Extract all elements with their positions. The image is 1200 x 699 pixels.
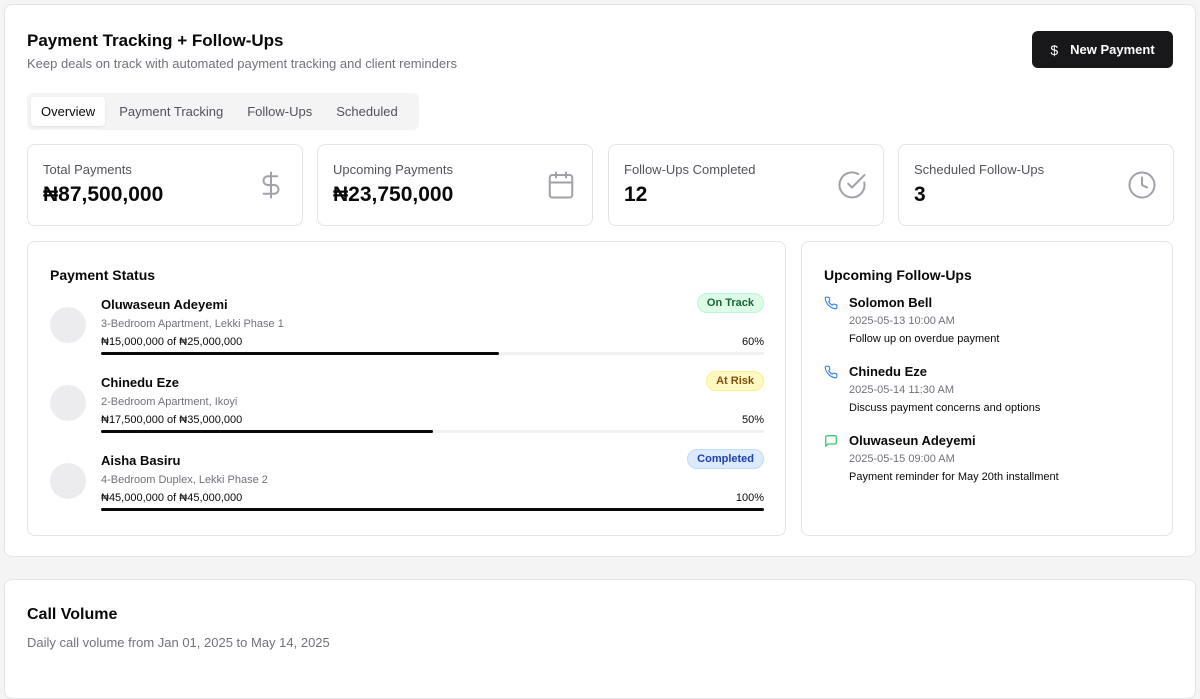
dollar-icon	[262, 171, 280, 199]
check-circle-icon	[838, 171, 866, 199]
payment-percent: 100%	[735, 492, 764, 504]
follow-up-name: Solomon Bell	[849, 295, 933, 310]
follow-up-note: Payment reminder for May 20th installmen…	[849, 471, 1059, 483]
progress-fill	[101, 508, 764, 511]
client-name: Chinedu Eze	[101, 375, 180, 390]
status-badge: At Risk	[706, 371, 764, 391]
calendar-icon	[548, 171, 574, 199]
avatar	[50, 307, 86, 343]
tab-overview[interactable]: Overview	[31, 97, 106, 126]
payment-tracking-panel: Payment Tracking + Follow-Ups Keep deals…	[4, 4, 1196, 557]
follow-up-note: Follow up on overdue payment	[849, 333, 1000, 345]
stat-card-scheduled-follow-ups: Scheduled Follow-Ups 3	[898, 144, 1174, 226]
follow-up-note: Discuss payment concerns and options	[849, 402, 1041, 414]
follow-up-item[interactable]: Solomon Bell 2025-05-13 10:00 AM Follow …	[824, 295, 1154, 355]
payment-percent: 50%	[741, 414, 764, 426]
progress-fill	[101, 352, 499, 355]
phone-icon	[824, 365, 838, 379]
page-title: Payment Tracking + Follow-Ups	[27, 31, 284, 50]
avatar	[50, 385, 86, 421]
stat-value: 12	[624, 183, 648, 206]
stat-card-total-payments: Total Payments ₦87,500,000	[27, 144, 303, 226]
stat-value: ₦23,750,000	[333, 183, 454, 206]
status-badge: On Track	[696, 293, 764, 313]
payment-row[interactable]: Oluwaseun Adeyemi 3-Bedroom Apartment, L…	[50, 293, 764, 369]
tab-follow-ups[interactable]: Follow-Ups	[237, 97, 322, 126]
payment-status-card: Payment Status Oluwaseun Adeyemi 3-Bedro…	[27, 241, 786, 536]
stat-label: Upcoming Payments	[333, 162, 453, 177]
tab-payment-tracking[interactable]: Payment Tracking	[109, 97, 233, 126]
payment-percent: 60%	[741, 336, 764, 348]
dollar-icon: $	[1050, 41, 1059, 58]
new-payment-label: New Payment	[1070, 42, 1155, 57]
stat-value: ₦87,500,000	[43, 183, 164, 206]
phone-icon	[824, 296, 838, 310]
call-volume-subtitle: Daily call volume from Jan 01, 2025 to M…	[27, 635, 330, 650]
progress-track	[101, 430, 764, 433]
payment-row[interactable]: Aisha Basiru 4-Bedroom Duplex, Lekki Pha…	[50, 449, 764, 525]
clock-icon	[1128, 171, 1156, 199]
follow-up-name: Oluwaseun Adeyemi	[849, 433, 976, 448]
follow-up-item[interactable]: Chinedu Eze 2025-05-14 11:30 AM Discuss …	[824, 364, 1154, 424]
message-icon	[825, 435, 837, 447]
follow-up-datetime: 2025-05-15 09:00 AM	[849, 453, 955, 465]
upcoming-follow-ups-title: Upcoming Follow-Ups	[824, 267, 972, 283]
payment-amount: ₦17,500,000 of ₦35,000,000	[101, 414, 243, 426]
progress-track	[101, 508, 764, 511]
follow-up-datetime: 2025-05-13 10:00 AM	[849, 315, 955, 327]
status-badge: Completed	[687, 449, 764, 469]
progress-fill	[101, 430, 433, 433]
stat-value: 3	[914, 183, 926, 206]
client-name: Aisha Basiru	[101, 453, 181, 468]
follow-up-name: Chinedu Eze	[849, 364, 928, 379]
call-volume-panel: Call Volume Daily call volume from Jan 0…	[4, 579, 1196, 699]
avatar	[50, 463, 86, 499]
follow-up-item[interactable]: Oluwaseun Adeyemi 2025-05-15 09:00 AM Pa…	[824, 433, 1154, 493]
payment-amount: ₦15,000,000 of ₦25,000,000	[101, 336, 243, 348]
follow-up-datetime: 2025-05-14 11:30 AM	[849, 384, 954, 396]
payment-amount: ₦45,000,000 of ₦45,000,000	[101, 492, 243, 504]
stat-label: Total Payments	[43, 162, 132, 177]
payment-row[interactable]: Chinedu Eze 2-Bedroom Apartment, Ikoyi ₦…	[50, 371, 764, 447]
stat-label: Scheduled Follow-Ups	[914, 162, 1045, 177]
new-payment-button[interactable]: $ New Payment	[1032, 31, 1173, 68]
payment-status-title: Payment Status	[50, 267, 156, 283]
upcoming-follow-ups-card: Upcoming Follow-Ups Solomon Bell 2025-05…	[801, 241, 1173, 536]
progress-track	[101, 352, 764, 355]
property-name: 3-Bedroom Apartment, Lekki Phase 1	[101, 318, 284, 330]
stat-label: Follow-Ups Completed	[624, 162, 756, 177]
page-subtitle: Keep deals on track with automated payme…	[27, 56, 457, 71]
stat-card-upcoming-payments: Upcoming Payments ₦23,750,000	[317, 144, 593, 226]
property-name: 2-Bedroom Apartment, Ikoyi	[101, 396, 238, 408]
tab-scheduled[interactable]: Scheduled	[326, 97, 407, 126]
call-volume-title: Call Volume	[27, 606, 118, 623]
client-name: Oluwaseun Adeyemi	[101, 297, 228, 312]
property-name: 4-Bedroom Duplex, Lekki Phase 2	[101, 474, 268, 486]
stat-card-follow-ups-completed: Follow-Ups Completed 12	[608, 144, 884, 226]
tab-list: Overview Payment Tracking Follow-Ups Sch…	[27, 93, 419, 130]
